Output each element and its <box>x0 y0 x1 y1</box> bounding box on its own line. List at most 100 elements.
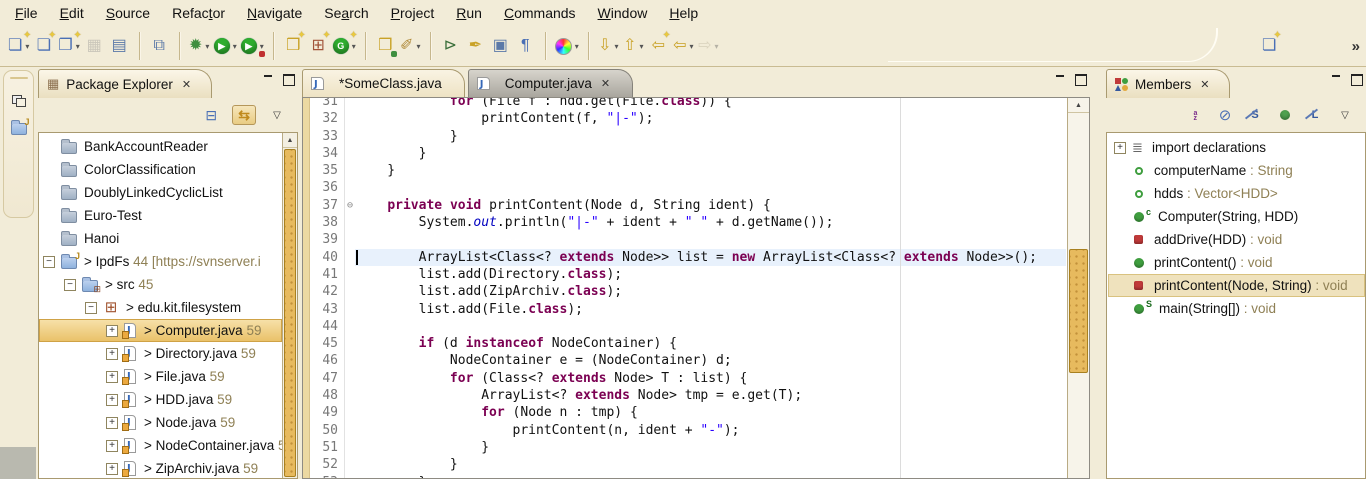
back-icon[interactable]: ⇦▾ <box>671 32 696 60</box>
menu-refactor[interactable]: Refactor <box>161 2 236 24</box>
minimize-icon[interactable] <box>1055 74 1067 85</box>
tree-item-edu-kit-filesystem[interactable]: −⊞> edu.kit.filesystem <box>39 296 282 319</box>
member-item-printcontent-node-string[interactable]: printContent(Node, String) : void <box>1108 274 1365 297</box>
line-number[interactable]: 40 <box>311 249 345 266</box>
line-number[interactable]: 47 <box>311 370 345 387</box>
members-tab[interactable]: Members ✕ <box>1106 69 1230 98</box>
search-icon[interactable]: ✐▾ <box>398 32 423 60</box>
member-item-adddrive-hdd[interactable]: addDrive(HDD) : void <box>1108 228 1365 251</box>
expand-toggle-icon[interactable]: + <box>106 325 118 337</box>
color-palette-icon[interactable]: ▾ <box>553 32 581 60</box>
tree-item-file-java[interactable]: +J> File.java 59 <box>39 365 282 388</box>
line-number[interactable]: 50 <box>311 422 345 439</box>
tree-item-node-java[interactable]: +J> Node.java 59 <box>39 411 282 434</box>
member-item-import-declarations[interactable]: +≣import declarations <box>1108 136 1365 159</box>
member-item-main-string[interactable]: Smain(String[]) : void <box>1108 297 1365 320</box>
maximize-icon[interactable] <box>1351 74 1363 85</box>
line-number[interactable]: 49 <box>311 404 345 421</box>
dropdown-arrow-icon[interactable]: ▾ <box>614 42 618 51</box>
code-line-52[interactable]: 52 } <box>311 456 1066 473</box>
hide-fields-icon[interactable]: ⊘ <box>1216 105 1234 125</box>
code-line-39[interactable]: 39 <box>311 231 1066 248</box>
code-editor[interactable]: 31 for (File f : hdd.get(File.class)) {3… <box>302 97 1090 479</box>
run-history-icon[interactable]: ⊳ <box>438 32 463 60</box>
expand-toggle-icon[interactable]: + <box>106 440 118 452</box>
package-explorer-tree[interactable]: BankAccountReaderColorClassificationDoub… <box>39 135 282 478</box>
dropdown-arrow-icon[interactable]: ▾ <box>25 42 29 51</box>
line-number[interactable]: 53 <box>311 474 345 478</box>
hide-local-types-icon[interactable]: L <box>1306 105 1324 125</box>
scrollbar-thumb[interactable] <box>1069 249 1088 373</box>
tree-item-bankaccountreader[interactable]: BankAccountReader <box>39 135 282 158</box>
print-icon[interactable]: ▤ <box>107 32 132 60</box>
menu-window[interactable]: Window <box>587 2 659 24</box>
sort-members-icon[interactable] <box>1186 105 1204 125</box>
line-number[interactable]: 44 <box>311 318 345 335</box>
expand-toggle-icon[interactable]: − <box>43 256 55 268</box>
dropdown-arrow-icon[interactable]: ▾ <box>260 42 264 51</box>
menu-help[interactable]: Help <box>658 2 709 24</box>
code-line-47[interactable]: 47 for (Class<? extends Node> T : list) … <box>311 370 1066 387</box>
code-line-50[interactable]: 50 printContent(n, ident + "-"); <box>311 422 1066 439</box>
scroll-up-icon[interactable]: ▲ <box>1068 98 1089 113</box>
dropdown-arrow-icon[interactable]: ▾ <box>233 42 237 51</box>
code-line-34[interactable]: 34 } <box>311 145 1066 162</box>
fast-view-grip[interactable] <box>10 77 28 79</box>
run-external-icon[interactable]: ▶▾ <box>239 32 266 60</box>
tree-item-colorclassification[interactable]: ColorClassification <box>39 158 282 181</box>
code-line-32[interactable]: 32 printContent(f, "|-"); <box>311 110 1066 127</box>
tree-item-ipdfs[interactable]: −J> IpdFs 44 [https://svnserver.i <box>39 250 282 273</box>
line-number[interactable]: 36 <box>311 179 345 196</box>
line-number[interactable]: 35 <box>311 162 345 179</box>
maximize-icon[interactable] <box>1075 74 1087 85</box>
editor-tab-someclass[interactable]: J *SomeClass.java <box>302 69 465 97</box>
dropdown-arrow-icon[interactable]: ▾ <box>714 42 718 51</box>
menu-run[interactable]: Run <box>445 2 493 24</box>
menu-source[interactable]: Source <box>95 2 161 24</box>
open-resource-icon[interactable]: ❒ <box>373 32 398 60</box>
scrollbar-thumb[interactable] <box>284 149 296 477</box>
member-item-computer-string-hdd[interactable]: cComputer(String, HDD) <box>1108 205 1365 228</box>
editor-tab-computer[interactable]: J Computer.java ✕ <box>468 69 633 97</box>
dropdown-arrow-icon[interactable]: ▾ <box>205 42 209 51</box>
code-line-31[interactable]: 31 for (File f : hdd.get(File.class)) { <box>311 97 1066 110</box>
tree-item-doublylinkedcycliclist[interactable]: DoublyLinkedCyclicList <box>39 181 282 204</box>
code-line-40[interactable]: 40 ArrayList<Class<? extends Node>> list… <box>311 249 1066 266</box>
close-icon[interactable]: ✕ <box>601 77 610 90</box>
code-line-42[interactable]: 42 list.add(ZipArchiv.class); <box>311 283 1066 300</box>
new-package-icon[interactable]: ⊞✦ <box>306 32 331 60</box>
previous-annotation-icon[interactable]: ⇧▾ <box>621 32 646 60</box>
line-number[interactable]: 52 <box>311 456 345 473</box>
code-line-36[interactable]: 36 <box>311 179 1066 196</box>
view-menu-icon[interactable]: ▽ <box>1336 105 1354 125</box>
copy-resource-icon[interactable]: ⧉ <box>147 32 172 60</box>
tree-item-hdd-java[interactable]: +J> HDD.java 59 <box>39 388 282 411</box>
code-line-46[interactable]: 46 NodeContainer e = (NodeContainer) d; <box>311 352 1066 369</box>
code-line-51[interactable]: 51 } <box>311 439 1066 456</box>
expand-toggle-icon[interactable]: + <box>106 394 118 406</box>
dropdown-arrow-icon[interactable]: ▾ <box>575 42 579 51</box>
link-with-editor-icon[interactable]: ⇆ <box>232 105 256 125</box>
member-item-printcontent[interactable]: printContent() : void <box>1108 251 1365 274</box>
line-number[interactable]: 41 <box>311 266 345 283</box>
line-number[interactable]: 51 <box>311 439 345 456</box>
code-line-44[interactable]: 44 <box>311 318 1066 335</box>
package-explorer-tab[interactable]: ▦ Package Explorer ✕ <box>38 69 212 98</box>
code-line-45[interactable]: 45 if (d instanceof NodeContainer) { <box>311 335 1066 352</box>
show-whitespace-icon[interactable]: ¶ <box>513 32 538 60</box>
code-line-35[interactable]: 35 } <box>311 162 1066 179</box>
tree-item-hanoi[interactable]: Hanoi <box>39 227 282 250</box>
code-line-37[interactable]: 37⊖ private void printContent(Node d, St… <box>311 197 1066 214</box>
expand-toggle-icon[interactable]: + <box>106 348 118 360</box>
toolbar-overflow-chevron-icon[interactable]: » <box>1352 38 1358 55</box>
java-perspective-icon[interactable]: J <box>11 123 27 135</box>
code-line-48[interactable]: 48 ArrayList<? extends Node> tmp = e.get… <box>311 387 1066 404</box>
tree-item-euro-test[interactable]: Euro-Test <box>39 204 282 227</box>
line-number[interactable]: 39 <box>311 231 345 248</box>
new-file-icon[interactable]: ❏✦▾ <box>6 32 31 60</box>
line-number[interactable]: 42 <box>311 283 345 300</box>
dropdown-arrow-icon[interactable]: ▾ <box>76 42 80 51</box>
maximize-icon[interactable] <box>283 74 295 85</box>
view-menu-icon[interactable]: ▽ <box>268 105 286 125</box>
code-line-38[interactable]: 38 System.out.println("|-" + ident + " "… <box>311 214 1066 231</box>
